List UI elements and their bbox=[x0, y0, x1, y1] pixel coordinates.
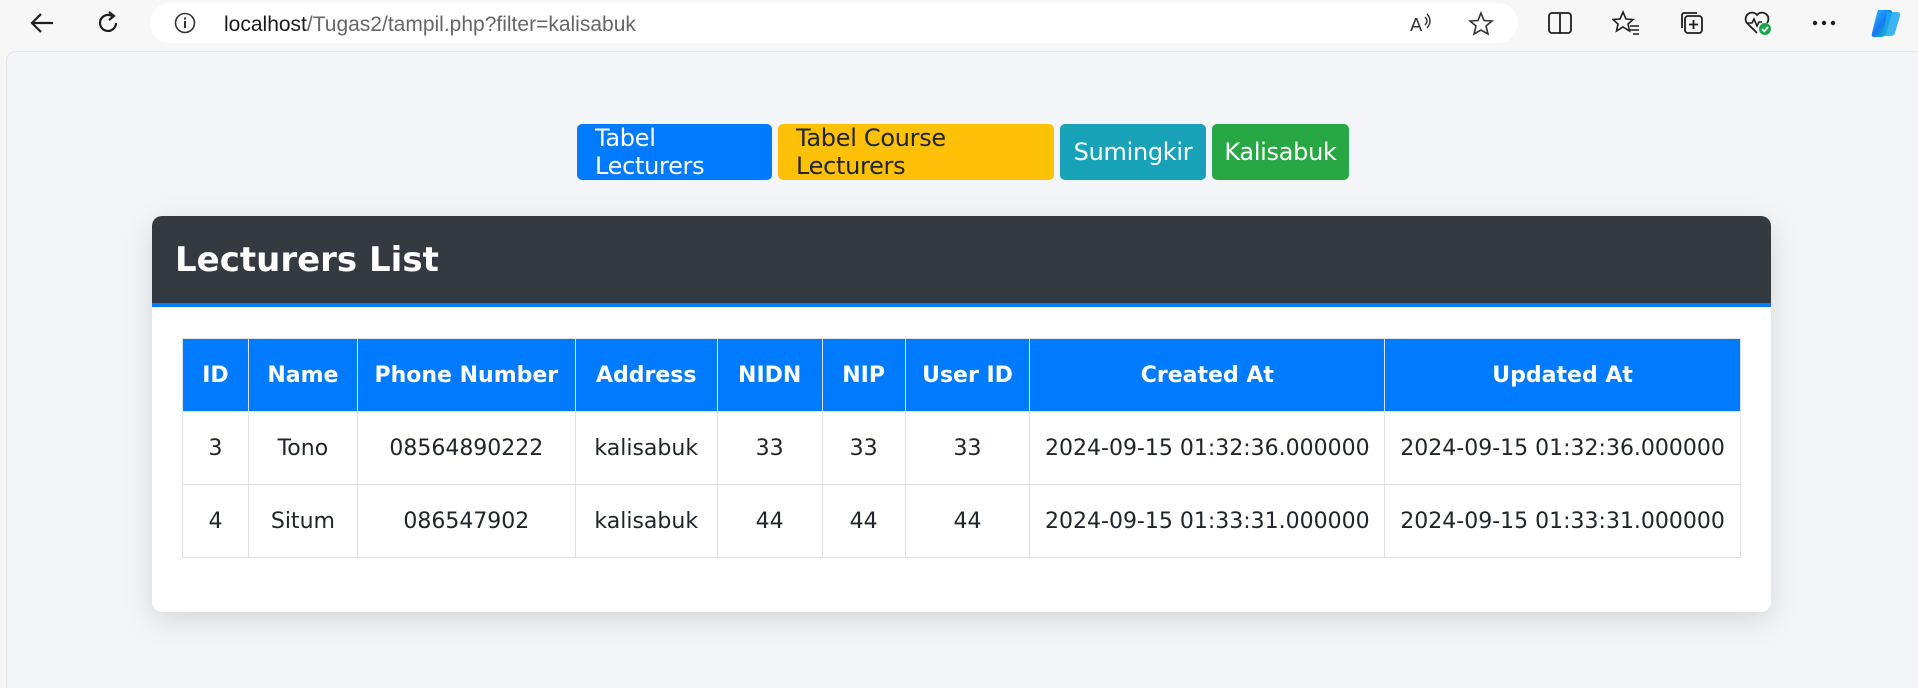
table-cell: 44 bbox=[904, 484, 1031, 558]
column-header: ID bbox=[182, 338, 249, 412]
read-aloud-icon[interactable]: A bbox=[1408, 11, 1434, 37]
table-row: 4 Situm 086547902 kalisabuk 44 44 44 202… bbox=[182, 484, 1741, 558]
table-cell: Situm bbox=[247, 484, 358, 558]
lecturers-card: Lecturers List ID Name Phone Number Addr… bbox=[152, 216, 1771, 612]
browser-toolbar: localhost/Tugas2/tampil.php?filter=kalis… bbox=[0, 0, 1918, 46]
split-screen-icon[interactable] bbox=[1540, 4, 1580, 42]
sumingkir-button[interactable]: Sumingkir bbox=[1060, 124, 1206, 180]
page-viewport: Tabel Lecturers Tabel Course Lecturers S… bbox=[6, 51, 1918, 688]
tabel-course-lecturers-button[interactable]: Tabel Course Lecturers bbox=[778, 124, 1054, 180]
table-cell: 2024-09-15 01:32:36.000000 bbox=[1029, 411, 1386, 485]
table-header-row: ID Name Phone Number Address NIDN NIP Us… bbox=[182, 338, 1741, 412]
collections-icon[interactable] bbox=[1672, 4, 1712, 42]
column-header: Name bbox=[247, 338, 358, 412]
svg-text:A: A bbox=[1410, 15, 1423, 36]
address-bar[interactable]: localhost/Tugas2/tampil.php?filter=kalis… bbox=[150, 3, 1518, 43]
lecturers-table: ID Name Phone Number Address NIDN NIP Us… bbox=[182, 338, 1741, 558]
table-cell: 33 bbox=[904, 411, 1031, 485]
card-title: Lecturers List bbox=[175, 239, 439, 280]
table-row: 3 Tono 08564890222 kalisabuk 33 33 33 20… bbox=[182, 411, 1741, 485]
table-cell: 2024-09-15 01:33:31.000000 bbox=[1384, 484, 1741, 558]
favorite-star-icon[interactable] bbox=[1468, 11, 1494, 37]
tabel-lecturers-button[interactable]: Tabel Lecturers bbox=[577, 124, 772, 180]
table-cell: 44 bbox=[716, 484, 823, 558]
kalisabuk-button[interactable]: Kalisabuk bbox=[1212, 124, 1349, 180]
table-cell: 33 bbox=[821, 411, 906, 485]
table-cell: 08564890222 bbox=[356, 411, 576, 485]
column-header: Updated At bbox=[1384, 338, 1741, 412]
browser-essentials-icon[interactable] bbox=[1738, 4, 1778, 42]
column-header: Created At bbox=[1029, 338, 1386, 412]
column-header: User ID bbox=[904, 338, 1031, 412]
column-header: NIDN bbox=[716, 338, 823, 412]
table-cell: 4 bbox=[182, 484, 249, 558]
table-cell: 33 bbox=[716, 411, 823, 485]
refresh-icon[interactable] bbox=[88, 4, 128, 42]
table-cell: 086547902 bbox=[356, 484, 576, 558]
card-header: Lecturers List bbox=[152, 216, 1771, 307]
column-header: NIP bbox=[821, 338, 906, 412]
nav-button-row: Tabel Lecturers Tabel Course Lecturers S… bbox=[7, 124, 1918, 180]
favorites-icon[interactable] bbox=[1606, 4, 1646, 42]
url-text[interactable]: localhost/Tugas2/tampil.php?filter=kalis… bbox=[224, 13, 636, 37]
more-icon[interactable] bbox=[1804, 4, 1844, 42]
info-icon[interactable] bbox=[174, 12, 196, 34]
column-header: Address bbox=[574, 338, 718, 412]
back-icon[interactable] bbox=[22, 4, 62, 42]
table-cell: kalisabuk bbox=[574, 484, 718, 558]
table-cell: kalisabuk bbox=[574, 411, 718, 485]
column-header: Phone Number bbox=[356, 338, 576, 412]
table-cell: 2024-09-15 01:33:31.000000 bbox=[1029, 484, 1386, 558]
table-cell: 2024-09-15 01:32:36.000000 bbox=[1384, 411, 1741, 485]
copilot-icon[interactable] bbox=[1866, 4, 1906, 42]
table-cell: 44 bbox=[821, 484, 906, 558]
table-cell: 3 bbox=[182, 411, 249, 485]
url-path: /Tugas2/tampil.php?filter=kalisabuk bbox=[306, 13, 636, 36]
url-host: localhost bbox=[224, 13, 307, 36]
table-cell: Tono bbox=[247, 411, 358, 485]
